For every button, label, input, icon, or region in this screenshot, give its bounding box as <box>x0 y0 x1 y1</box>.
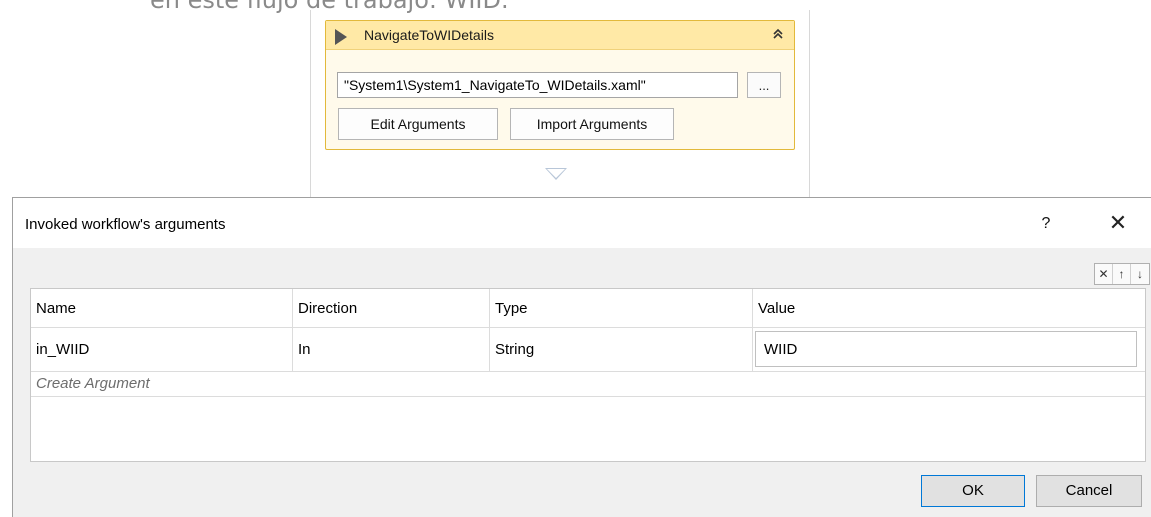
delete-argument-button[interactable]: ✕ <box>1095 264 1113 284</box>
argument-value-input[interactable] <box>755 331 1137 367</box>
dialog-title: Invoked workflow's arguments <box>25 216 226 233</box>
activity-title: NavigateToWIDetails <box>364 27 494 43</box>
grid-header: Name Direction Type Value <box>31 289 1145 328</box>
create-argument-row[interactable]: Create Argument <box>31 371 1145 397</box>
close-button[interactable]: ✕ <box>1103 211 1133 237</box>
play-icon <box>335 29 347 45</box>
argument-type-cell[interactable]: String <box>490 327 753 371</box>
double-chevron-up-icon[interactable] <box>772 27 784 43</box>
move-down-button[interactable]: ↓ <box>1131 264 1149 284</box>
argument-direction-cell[interactable]: In <box>293 327 490 371</box>
grid-toolbar: ✕ ↑ ↓ <box>1094 263 1150 285</box>
invoked-workflow-arguments-dialog: Invoked workflow's arguments ? ✕ ✕ ↑ ↓ N… <box>12 197 1151 517</box>
chevron-down-icon <box>545 168 567 180</box>
argument-value-cell <box>753 327 1145 371</box>
column-header-type[interactable]: Type <box>490 289 753 327</box>
column-header-value[interactable]: Value <box>753 289 1145 327</box>
table-row[interactable]: in_WIID In String <box>31 327 1145 372</box>
browse-file-button[interactable]: ... <box>747 72 781 98</box>
import-arguments-button[interactable]: Import Arguments <box>510 108 674 140</box>
column-header-name[interactable]: Name <box>31 289 293 327</box>
cancel-button[interactable]: Cancel <box>1036 475 1142 507</box>
invoke-workflow-activity[interactable]: NavigateToWIDetails ... Edit Arguments I… <box>325 20 795 150</box>
activity-header[interactable]: NavigateToWIDetails <box>326 21 794 50</box>
workflow-file-path-input[interactable] <box>337 72 738 98</box>
help-button[interactable]: ? <box>1031 211 1061 237</box>
argument-name-cell[interactable]: in_WIID <box>31 327 293 371</box>
edit-arguments-button[interactable]: Edit Arguments <box>338 108 498 140</box>
ok-button[interactable]: OK <box>921 475 1025 507</box>
move-up-button[interactable]: ↑ <box>1113 264 1131 284</box>
arguments-grid: Name Direction Type Value in_WIID In Str… <box>30 288 1146 462</box>
column-header-direction[interactable]: Direction <box>293 289 490 327</box>
dialog-titlebar[interactable]: Invoked workflow's arguments ? ✕ <box>13 198 1151 248</box>
